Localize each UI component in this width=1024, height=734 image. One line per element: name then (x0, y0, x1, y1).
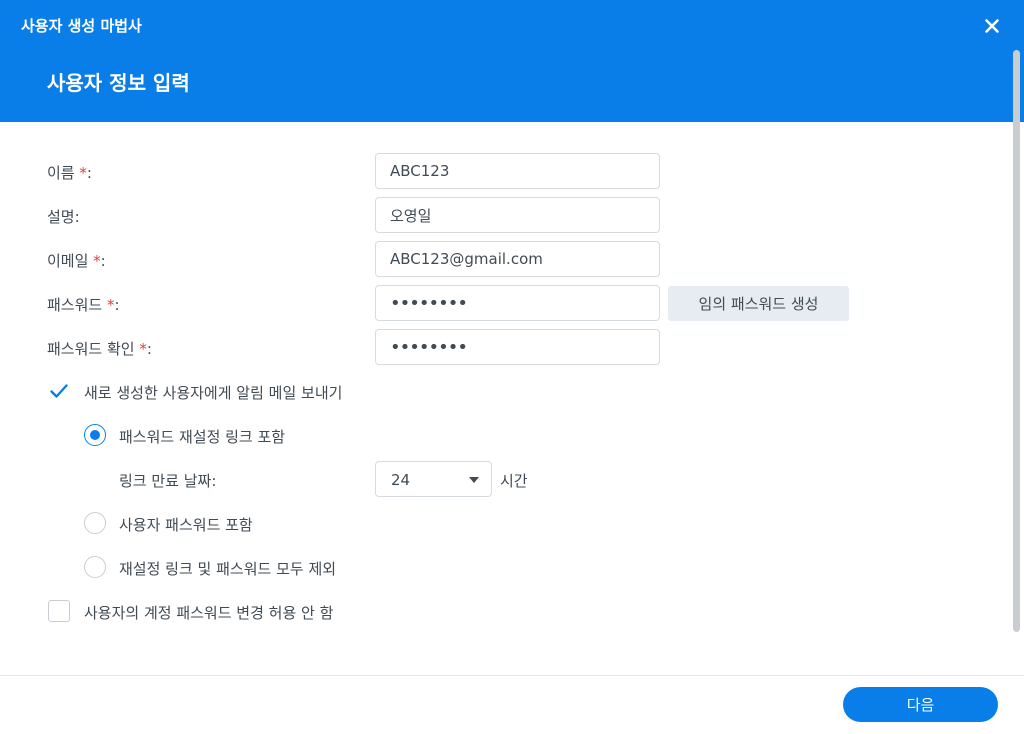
link-expiry-value: 24 (391, 471, 411, 489)
password-confirm-label: 패스워드 확인 *: (47, 340, 152, 358)
disallow-password-change-checkbox[interactable] (48, 600, 70, 622)
email-input[interactable] (375, 241, 660, 277)
description-label: 설명: (47, 208, 80, 226)
disallow-password-change-label: 사용자의 계정 패스워드 변경 허용 안 함 (84, 604, 334, 622)
required-marker: * (93, 252, 101, 270)
checkmark-icon (50, 384, 68, 398)
name-label: 이름 *: (47, 164, 92, 182)
generate-random-password-button[interactable]: 임의 패스워드 생성 (668, 286, 849, 321)
radio-include-password[interactable] (84, 512, 106, 534)
email-label: 이메일 *: (47, 252, 106, 270)
link-expiry-select[interactable]: 24 (375, 461, 492, 497)
link-expiry-unit: 시간 (500, 472, 528, 490)
next-button[interactable]: 다음 (843, 687, 998, 722)
radio-exclude-both[interactable] (84, 556, 106, 578)
radio-include-reset-link[interactable] (84, 424, 106, 446)
radio-include-password-label: 사용자 패스워드 포함 (119, 516, 253, 534)
footer-divider (0, 675, 1024, 676)
close-button[interactable] (978, 12, 1006, 40)
password-input[interactable] (375, 285, 660, 321)
step-title: 사용자 정보 입력 (47, 71, 190, 95)
radio-include-reset-link-label: 패스워드 재설정 링크 포함 (119, 428, 286, 446)
wizard-header: 사용자 생성 마법사 사용자 정보 입력 (0, 0, 1024, 122)
notify-email-checkbox[interactable] (48, 380, 70, 402)
caret-down-icon (469, 477, 479, 483)
description-input[interactable] (375, 197, 660, 233)
required-marker: * (79, 164, 87, 182)
radio-exclude-both-label: 재설정 링크 및 패스워드 모두 제외 (119, 560, 337, 578)
window-title: 사용자 생성 마법사 (21, 17, 142, 35)
password-label: 패스워드 *: (47, 296, 120, 314)
close-icon (985, 19, 999, 33)
notify-email-label: 새로 생성한 사용자에게 알림 메일 보내기 (84, 384, 343, 402)
link-expiry-label: 링크 만료 날짜: (119, 472, 217, 490)
scrollbar[interactable] (1013, 50, 1020, 632)
required-marker: * (139, 340, 147, 358)
name-input[interactable] (375, 153, 660, 189)
password-confirm-input[interactable] (375, 329, 660, 365)
